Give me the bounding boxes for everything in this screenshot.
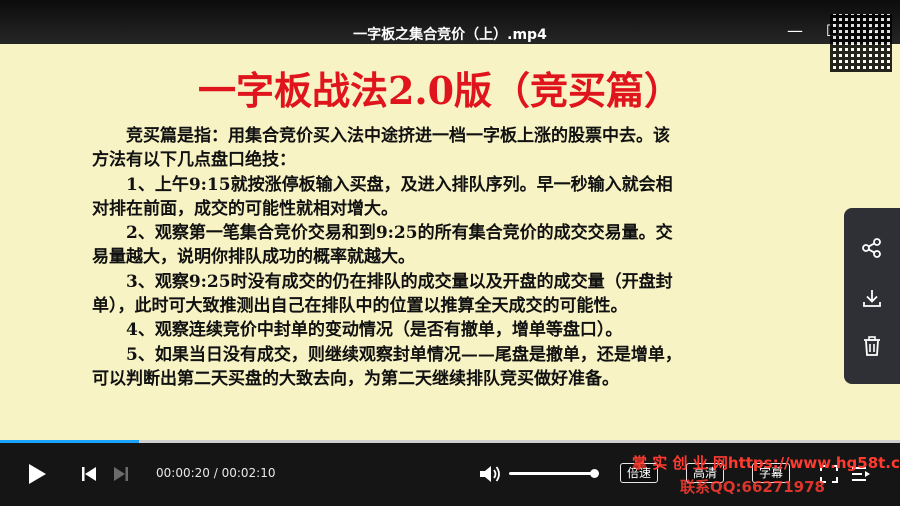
video-frame[interactable]: 一字板战法2.0版（竞买篇） 竞买篇是指：用集合竞价买入法中途挤进一档一字板上涨… [0,44,900,440]
slide-title: 一字板战法2.0版（竞买篇） [197,68,683,113]
volume-button[interactable] [478,462,502,486]
share-button[interactable] [858,234,886,262]
skip-previous-icon [82,467,96,481]
current-time: 00:00:20 [156,466,210,480]
time-display: 00:00:20 / 00:02:10 [156,466,275,480]
next-button[interactable] [110,463,132,485]
trash-icon [864,336,880,356]
qr-code-image [830,14,892,72]
side-action-panel [844,208,900,384]
download-icon [863,290,881,307]
play-icon [29,464,46,484]
slide-line: 2、观察第一笔集合竞价交易和到9:25的所有集合竞价的成交交易量。交 [92,223,673,244]
slide-body: 竞买篇是指：用集合竞价买入法中途挤进一档一字板上涨的股票中去。该 方法有以下几点… [92,124,852,391]
volume-icon [480,466,500,482]
share-icon [862,238,881,258]
watermark-contact: 联系QQ:66271978 [680,478,825,496]
volume-slider[interactable] [509,469,599,478]
watermark-site: 掌 实 创 业 网https://www.hg58t.com [632,454,900,472]
volume-handle[interactable] [590,469,599,478]
minimize-button[interactable]: — [782,18,808,44]
slide-line: 可以判断出第二天买盘的大致去向，为第二天继续排队竞买做好准备。 [92,368,619,389]
play-button[interactable] [24,461,50,487]
slide-line: 4、观察连续竞价中封单的变动情况（是否有撤单，增单等盘口）。 [92,320,623,341]
window-title: 一字板之集合竞价（上）.mp4 [353,27,547,43]
delete-button[interactable] [858,332,886,360]
slide-line: 易量越大，说明你排队成功的概率就越大。 [92,247,415,268]
window-title-bar: 一字板之集合竞价（上）.mp4 — ☐ ✕ [0,0,900,44]
slide-line: 竞买篇是指：用集合竞价买入法中途挤进一档一字板上涨的股票中去。该 [92,126,670,146]
time-separator: / [209,466,222,480]
slide-line: 1、上午9:15就按涨停板输入买盘，及进入排队序列。早一秒输入就会相 [92,174,673,195]
previous-button[interactable] [78,463,100,485]
skip-next-icon [114,467,128,481]
download-button[interactable] [858,284,886,312]
slide-line: 单），此时可大致推测出自己在排队中的位置以推算全天成交的可能性。 [92,296,628,317]
slide-line: 方法有以下几点盘口绝技： [92,150,296,171]
slide-line: 对排在前面，成交的可能性就相对增大。 [92,198,398,219]
duration: 00:02:10 [221,466,276,480]
slide-line: 5、如果当日没有成交，则继续观察封单情况——尾盘是撤单，还是增单， [92,344,682,365]
slide-line: 3、观察9:25时没有成交的仍在排队的成交量以及开盘的成交量（开盘封 [92,271,673,292]
